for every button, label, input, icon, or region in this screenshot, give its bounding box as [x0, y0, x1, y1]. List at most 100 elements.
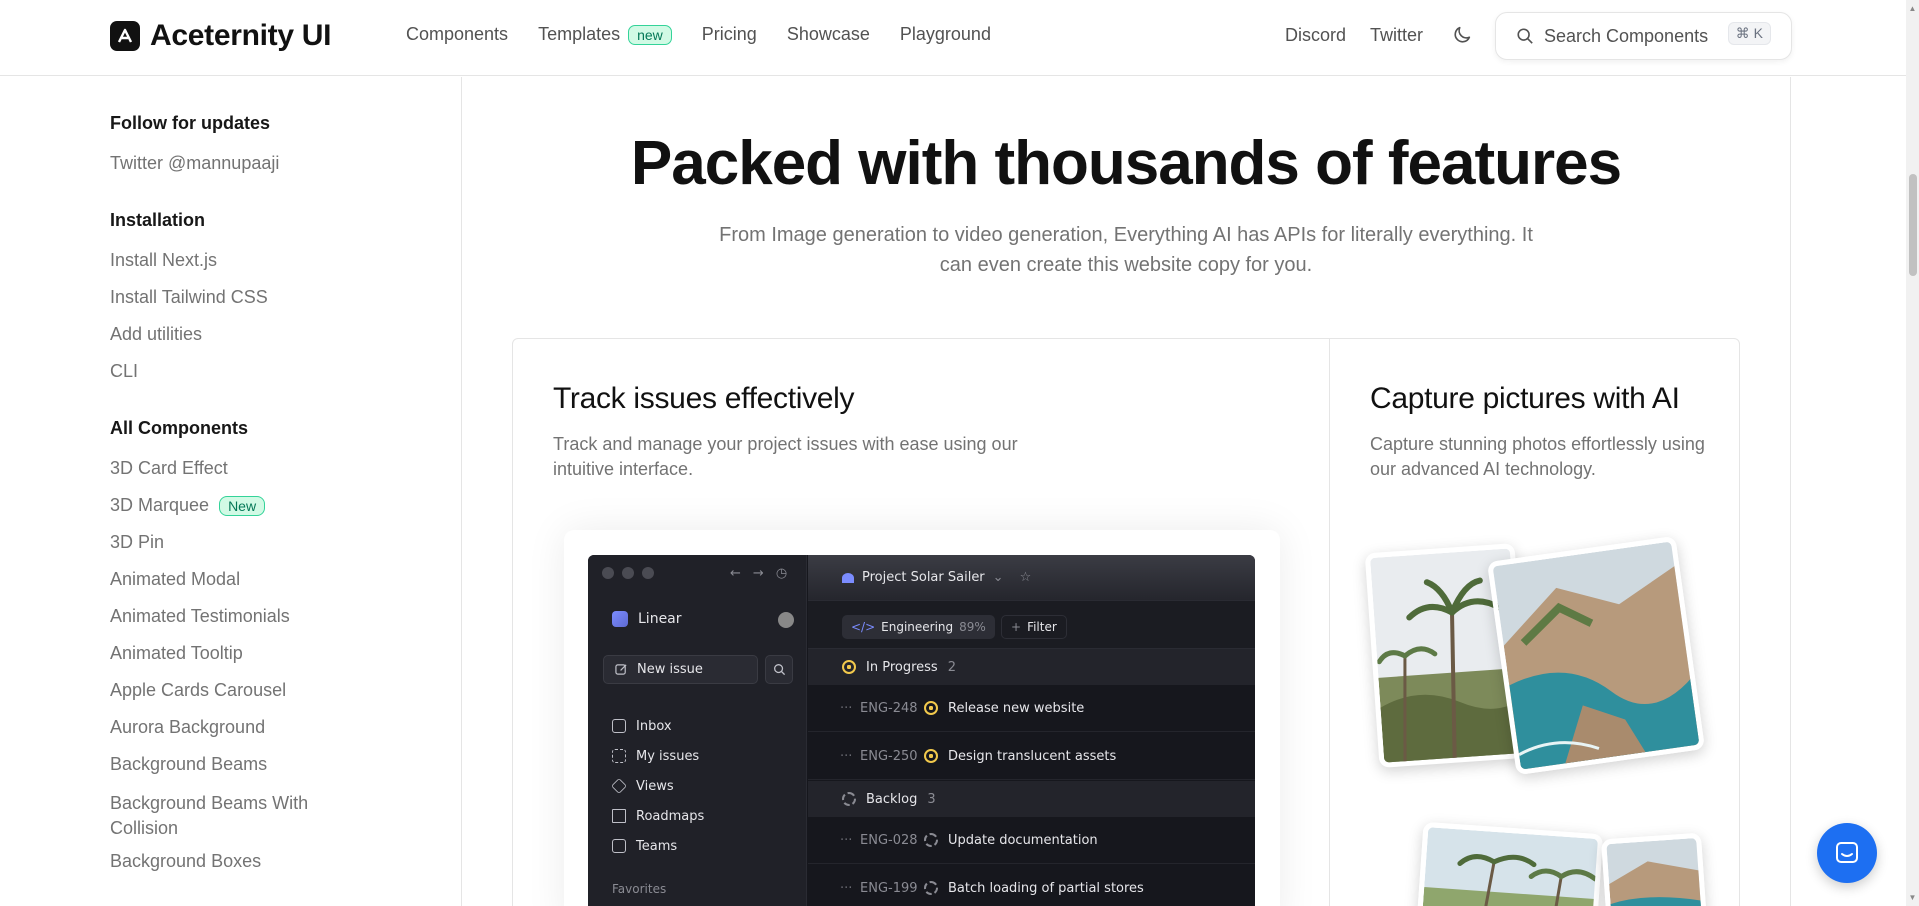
follow-heading: Follow for updates	[110, 113, 270, 133]
sidebar-item-animated-testimonials[interactable]: Animated Testimonials	[110, 606, 320, 627]
forward-arrow-icon: →	[752, 566, 764, 581]
history-controls: ← → ◷	[730, 566, 787, 581]
sidebar-item-3d-card[interactable]: 3D Card Effect	[110, 458, 320, 479]
app-main-panel: Project Solar Sailer ⌄ ☆ </> Engineering…	[808, 555, 1255, 906]
menu-item-label: Views	[636, 778, 674, 794]
in-progress-icon	[924, 701, 938, 715]
nav-playground[interactable]: Playground	[900, 24, 991, 45]
card-title-track-issues: Track issues effectively	[553, 382, 855, 415]
nav-twitter[interactable]: Twitter	[1370, 25, 1423, 46]
brand-logo[interactable]: Aceternity UI	[110, 19, 331, 53]
installation-heading: Installation	[110, 210, 206, 230]
logo-icon	[110, 21, 140, 51]
backlog-icon	[924, 833, 938, 847]
edit-icon	[615, 664, 627, 675]
project-name: Project Solar Sailer	[862, 570, 985, 585]
more-icon: ···	[840, 748, 853, 764]
filter-chip-label: Filter	[1027, 620, 1057, 634]
sidebar-item-3d-marquee[interactable]: 3D Marquee New	[110, 495, 320, 516]
filter-chip: + Filter	[1001, 615, 1067, 639]
components-heading: All Components	[110, 418, 248, 438]
page-title: Packed with thousands of features	[630, 129, 1622, 198]
sidebar-item-aurora-background[interactable]: Aurora Background	[110, 717, 320, 738]
group-label: In Progress	[866, 659, 938, 675]
search-icon	[1517, 28, 1533, 44]
new-issue-label: New issue	[637, 662, 703, 677]
issue-row: ··· ENG-250 Design translucent assets	[808, 733, 1255, 780]
sidebar-item-3d-pin[interactable]: 3D Pin	[110, 532, 320, 553]
nav-pricing[interactable]: Pricing	[702, 24, 757, 45]
backlog-icon	[924, 881, 938, 895]
app-menu: Inbox My issues Views Roadmaps Teams	[611, 711, 704, 861]
grid-divider	[1329, 338, 1330, 906]
more-icon: ···	[840, 880, 853, 896]
nav-showcase[interactable]: Showcase	[787, 24, 870, 45]
issue-row: ··· ENG-199 Batch loading of partial sto…	[808, 865, 1255, 906]
avatar	[778, 612, 794, 628]
primary-nav: Components Templates new Pricing Showcase…	[406, 24, 1021, 45]
window-dot	[602, 567, 614, 579]
linear-app-preview: ← → ◷ Linear New issue Inbox My issues V…	[588, 555, 1255, 906]
sidebar-item-background-beams-collision[interactable]: Background Beams With Collision	[110, 791, 320, 841]
beach-palms-photo	[1416, 821, 1604, 906]
page-subtitle: From Image generation to video generatio…	[719, 224, 1533, 276]
issue-title: Release new website	[948, 700, 1085, 716]
search-shortcut: ⌘ K	[1727, 22, 1771, 45]
filter-bar: </> Engineering 89% + Filter	[808, 601, 1255, 649]
app-search-button	[765, 655, 793, 684]
sidebar-item-background-boxes[interactable]: Background Boxes	[110, 851, 320, 872]
nav-templates[interactable]: Templates new	[538, 24, 672, 45]
scroll-up-icon[interactable]: ▲	[1908, 4, 1917, 13]
issue-id: ENG-028	[860, 832, 918, 848]
sidebar-item-twitter[interactable]: Twitter @mannupaaji	[110, 153, 279, 174]
follow-section: Follow for updates Twitter @mannupaaji	[110, 113, 279, 174]
support-chat-button[interactable]	[1817, 823, 1877, 883]
new-issue-button: New issue	[603, 655, 758, 684]
nav-components[interactable]: Components	[406, 24, 508, 45]
sidebar-item-background-beams[interactable]: Background Beams	[110, 754, 320, 775]
card-desc-track-issues: Track and manage your project issues wit…	[553, 434, 1018, 479]
menu-item-roadmaps: Roadmaps	[612, 801, 704, 831]
teams-icon	[612, 839, 626, 853]
page-scrollbar[interactable]	[1906, 0, 1919, 906]
project-title: Project Solar Sailer ⌄ ☆	[842, 570, 1031, 585]
clock-icon: ◷	[775, 566, 788, 581]
sidebar-item-animated-tooltip[interactable]: Animated Tooltip	[110, 643, 320, 664]
cliff-coast-photo	[1486, 535, 1706, 776]
card-desc-capture-pictures: Capture stunning photos effortlessly usi…	[1370, 434, 1705, 479]
sidebar-item-install-nextjs[interactable]: Install Next.js	[110, 250, 268, 271]
backlog-icon	[842, 792, 856, 806]
in-progress-icon	[842, 660, 856, 674]
scroll-down-icon[interactable]: ▼	[1908, 893, 1917, 902]
search-components-button[interactable]: Search Components ⌘ K	[1495, 12, 1792, 60]
team-chip-percent: 89%	[959, 620, 986, 634]
group-label: Backlog	[866, 791, 918, 807]
nav-playground-label: Playground	[899, 24, 991, 44]
sidebar-item-animated-modal[interactable]: Animated Modal	[110, 569, 320, 590]
card-title-capture-pictures: Capture pictures with AI	[1370, 382, 1680, 415]
sidebar-item-cli[interactable]: CLI	[110, 361, 268, 382]
favorites-heading: Favorites	[612, 882, 667, 896]
sidebar-item-add-utilities[interactable]: Add utilities	[110, 324, 268, 345]
issue-id: ENG-199	[860, 880, 918, 896]
star-icon: ☆	[1019, 570, 1032, 585]
sidebar-item-label: 3D Marquee	[110, 495, 210, 515]
menu-item-teams: Teams	[612, 831, 704, 861]
back-arrow-icon: ←	[730, 566, 741, 581]
sidebar-item-apple-cards-carousel[interactable]: Apple Cards Carousel	[110, 680, 320, 701]
group-count: 3	[927, 791, 936, 807]
new-badge: New	[219, 495, 266, 516]
scrollbar-thumb[interactable]	[1909, 174, 1917, 276]
moon-icon[interactable]	[1451, 24, 1473, 46]
issue-row: ··· ENG-028 Update documentation	[808, 817, 1255, 864]
secondary-nav: Discord Twitter	[1285, 24, 1473, 46]
sidebar-item-install-tailwind[interactable]: Install Tailwind CSS	[110, 287, 268, 308]
coast-thumbnail-photo	[1600, 832, 1708, 906]
new-badge: new	[628, 24, 672, 45]
brand-name: Aceternity UI	[150, 19, 332, 52]
chevron-down-icon: ⌄	[992, 570, 1004, 585]
nav-discord[interactable]: Discord	[1285, 25, 1346, 46]
team-chip: </> Engineering 89%	[842, 615, 995, 639]
menu-item-views: Views	[611, 771, 704, 801]
window-dot	[622, 567, 634, 579]
